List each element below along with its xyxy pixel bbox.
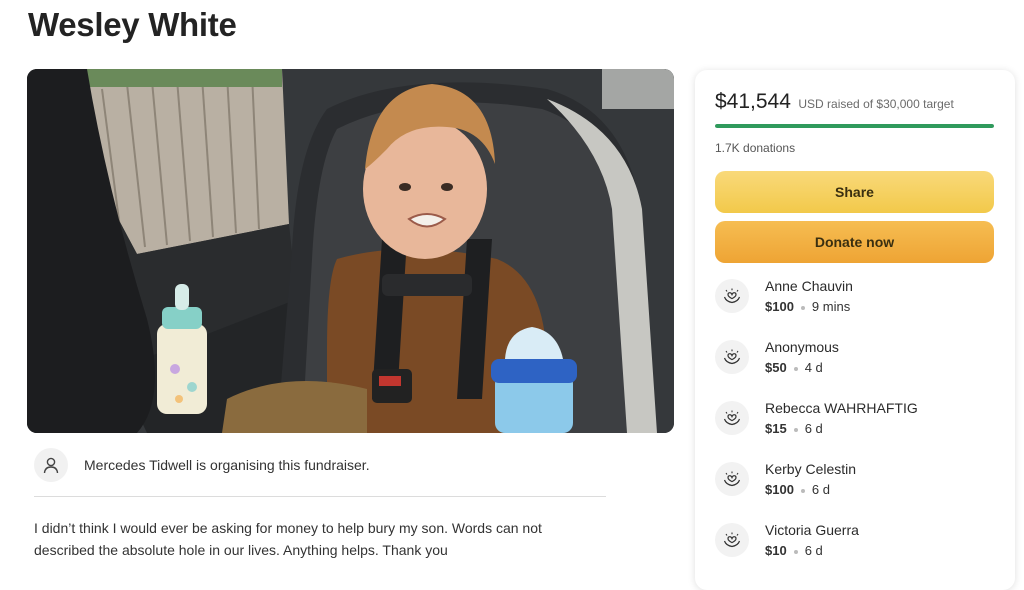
- campaign-photo-image: [27, 69, 674, 433]
- heart-hands-icon: [715, 462, 749, 496]
- share-button[interactable]: Share: [715, 171, 994, 213]
- donor-item: Anonymous $50 4 d: [715, 336, 995, 397]
- donation-card: $41,544 USD raised of $30,000 target 1.7…: [695, 70, 1015, 590]
- amount-target: USD raised of $30,000 target: [798, 97, 954, 111]
- donor-name: Rebecca WAHRHAFTIG: [765, 400, 918, 416]
- donor-meta: $10 6 d: [765, 543, 823, 558]
- donor-time: 4 d: [804, 360, 823, 375]
- donor-meta: $50 4 d: [765, 360, 823, 375]
- donor-meta: $100 9 mins: [765, 299, 850, 314]
- donor-item: Kerby Celestin $100 6 d: [715, 458, 995, 519]
- donor-amount: $100: [765, 482, 794, 497]
- separator-dot: [793, 427, 798, 432]
- donor-amount: $10: [765, 543, 787, 558]
- donations-count: 1.7K donations: [715, 141, 796, 155]
- donor-name: Anne Chauvin: [765, 278, 853, 294]
- amount-raised: $41,544: [715, 90, 791, 113]
- donor-time: 9 mins: [811, 299, 851, 314]
- divider: [34, 496, 606, 497]
- heart-hands-icon: [715, 279, 749, 313]
- donor-amount: $15: [765, 421, 787, 436]
- person-icon: [34, 448, 68, 482]
- heart-hands-icon: [715, 401, 749, 435]
- donor-time: 6 d: [804, 543, 823, 558]
- donate-now-button[interactable]: Donate now: [715, 221, 994, 263]
- separator-dot: [793, 549, 798, 554]
- progress-bar: [715, 124, 994, 128]
- donor-time: 6 d: [804, 421, 823, 436]
- donor-meta: $15 6 d: [765, 421, 823, 436]
- donor-amount: $50: [765, 360, 787, 375]
- donor-name: Kerby Celestin: [765, 461, 857, 477]
- page-title: Wesley White: [28, 6, 237, 43]
- donor-list: Anne Chauvin $100 9 mins Anonymous $50 4 d…: [715, 275, 995, 580]
- separator-dot: [800, 305, 805, 310]
- donor-item: Victoria Guerra $10 6 d: [715, 519, 995, 580]
- story-text: I didn’t think I would ever be asking fo…: [34, 520, 542, 558]
- separator-dot: [793, 366, 798, 371]
- donor-meta: $100 6 d: [765, 482, 830, 497]
- donor-amount: $100: [765, 299, 794, 314]
- donor-name: Victoria Guerra: [765, 522, 859, 538]
- campaign-photo[interactable]: [27, 69, 674, 433]
- heart-hands-icon: [715, 523, 749, 557]
- heart-hands-icon: [715, 340, 749, 374]
- separator-dot: [800, 488, 805, 493]
- donor-item: Anne Chauvin $100 9 mins: [715, 275, 995, 336]
- organiser-row: Mercedes Tidwell is organising this fund…: [34, 446, 606, 484]
- amount-raised-row: $41,544 USD raised of $30,000 target: [715, 90, 954, 114]
- donor-time: 6 d: [811, 482, 830, 497]
- organiser-text: Mercedes Tidwell is organising this fund…: [84, 457, 370, 473]
- donor-name: Anonymous: [765, 339, 839, 355]
- donor-item: Rebecca WAHRHAFTIG $15 6 d: [715, 397, 995, 458]
- progress-bar-fill: [715, 124, 994, 128]
